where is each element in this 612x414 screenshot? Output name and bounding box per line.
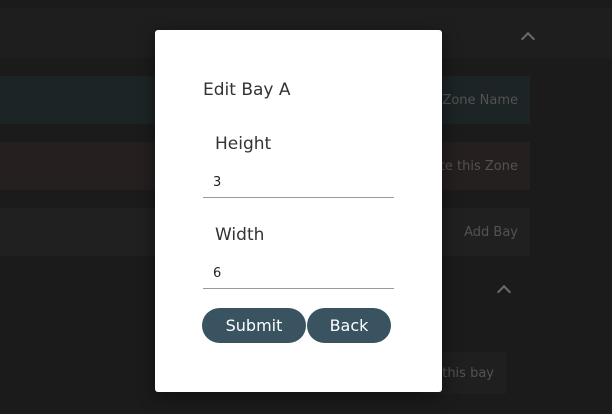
back-button[interactable]: Back xyxy=(307,308,391,343)
width-input[interactable] xyxy=(203,259,394,289)
submit-button[interactable]: Submit xyxy=(202,308,306,343)
height-label: Height xyxy=(215,134,272,154)
edit-bay-modal: Edit Bay A Height Width Submit Back xyxy=(155,30,442,392)
width-label: Width xyxy=(215,225,265,245)
modal-title: Edit Bay A xyxy=(203,80,291,100)
height-input[interactable] xyxy=(203,168,394,198)
